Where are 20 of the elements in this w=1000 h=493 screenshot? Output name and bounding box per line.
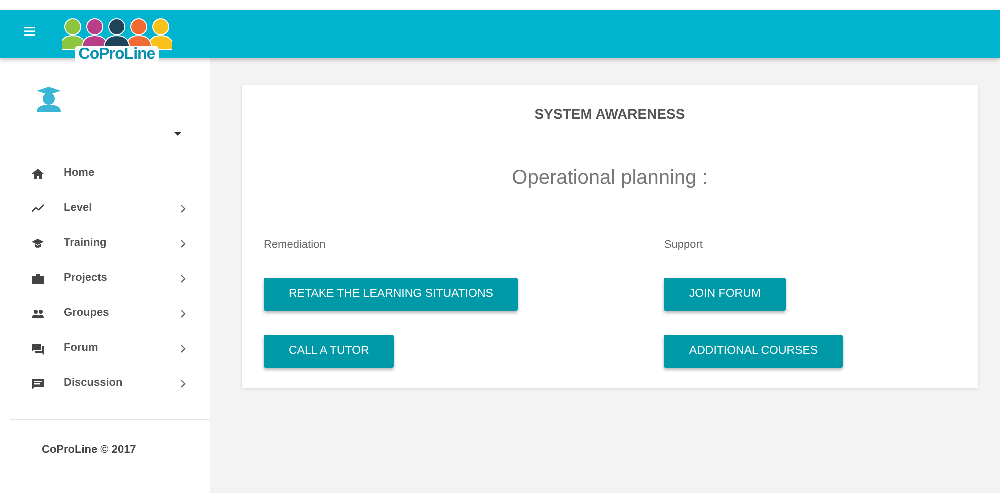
section-heading: Remediation bbox=[264, 238, 326, 253]
sidebar-item[interactable]: Discussion bbox=[0, 366, 210, 401]
card-title: SYSTEM AWARENESS bbox=[534, 106, 686, 122]
graduate-avatar-icon bbox=[35, 86, 63, 112]
sidebar-item[interactable]: Projects bbox=[0, 261, 210, 296]
trend-icon bbox=[32, 202, 44, 214]
sidebar-item[interactable]: Forum bbox=[0, 331, 210, 366]
briefcase-icon bbox=[32, 272, 44, 284]
sidebar-item[interactable]: Groupes bbox=[0, 296, 210, 331]
forum-icon bbox=[32, 342, 44, 354]
section-heading: Support bbox=[664, 238, 703, 253]
graduation-cap-icon bbox=[32, 238, 44, 250]
caret-icon[interactable] bbox=[174, 132, 182, 136]
sidebar-item[interactable]: Home bbox=[0, 156, 210, 191]
home-icon bbox=[32, 168, 44, 180]
group-icon bbox=[32, 308, 44, 320]
sidebar-item[interactable]: Training bbox=[0, 226, 210, 261]
chat-icon bbox=[32, 378, 44, 390]
sidebar-item[interactable]: Level bbox=[0, 191, 210, 226]
card-subtitle: Operational planning : bbox=[512, 167, 708, 189]
